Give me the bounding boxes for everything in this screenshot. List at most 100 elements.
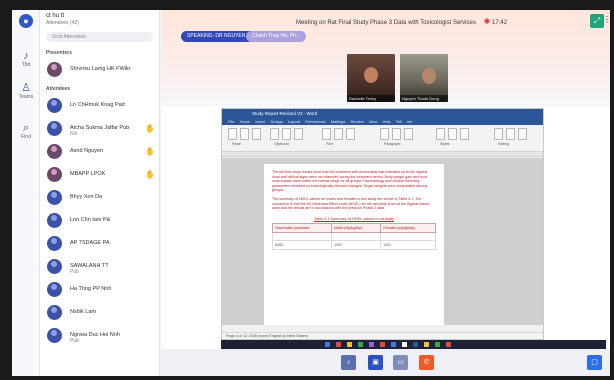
- word-tab[interactable]: Home: [240, 119, 256, 124]
- app-rail: ● ♪ Tbd ♙ Teams ⌕ Find: [12, 10, 40, 376]
- participant-row[interactable]: Ln ChHmuk Knag Pad: [40, 94, 159, 117]
- participant-row[interactable]: MBAPP LPOK ✋: [40, 163, 159, 186]
- participant-row[interactable]: Lnn Chn tam P&: [40, 209, 159, 232]
- participant-row[interactable]: SAWALANH TT Pub: [40, 255, 159, 278]
- taskbar-app-icon[interactable]: [336, 342, 341, 347]
- document-paragraph: The rat final study results show that th…: [272, 170, 428, 193]
- share-screen-button[interactable]: ▭: [393, 355, 408, 370]
- video-tile[interactable]: Rachelle Tenny: [347, 54, 395, 102]
- ribbon-tool-icon[interactable]: [322, 128, 331, 140]
- chat-button[interactable]: ▢: [587, 355, 602, 370]
- participant-row[interactable]: Bhyy Xon Da: [40, 186, 159, 209]
- participant-name: Asnd Nguyen: [70, 148, 104, 154]
- ribbon-tool-icon[interactable]: [448, 128, 457, 140]
- rail-item-activity[interactable]: ♪ Tbd: [15, 50, 37, 68]
- ribbon-tool-icon[interactable]: [494, 128, 503, 140]
- word-ribbon: Paste Clipboard Font Paragraph Styles Editing: [222, 125, 543, 152]
- taskbar-app-icon[interactable]: [435, 342, 440, 347]
- document-area: The rat final study results show that th…: [222, 158, 543, 325]
- ribbon-group-label: Paste: [232, 142, 241, 146]
- taskbar-app-icon[interactable]: [358, 342, 363, 347]
- table-header-cell: Males (mg/kg/day): [331, 222, 382, 233]
- taskbar-app-icon[interactable]: [413, 342, 418, 347]
- word-tab[interactable]: Insert: [255, 119, 270, 124]
- share-screen-icon: ▭: [397, 359, 404, 366]
- word-tab[interactable]: View: [369, 119, 383, 124]
- ribbon-tool-icon[interactable]: [460, 128, 469, 140]
- avatar: [47, 62, 62, 77]
- word-tab[interactable]: Tell me: [396, 119, 413, 124]
- ribbon-tool-icon[interactable]: [228, 128, 237, 140]
- participant-name: Ha Thng PP Nnh: [70, 286, 112, 292]
- app-logo-icon[interactable]: ●: [19, 14, 33, 28]
- ribbon-tool-icon[interactable]: [392, 128, 401, 140]
- raised-hand-icon: ✋: [145, 147, 155, 156]
- participant-search-input[interactable]: Srch Attendees: [46, 32, 153, 42]
- taskbar-app-icon[interactable]: [402, 342, 407, 347]
- participant-row[interactable]: Ha Thng PP Nnh: [40, 278, 159, 301]
- participant-row[interactable]: AP 7SDAGE PA: [40, 232, 159, 255]
- table-row: [271, 231, 436, 241]
- participant-row[interactable]: Shrvnku Lamg HK FWikr: [40, 58, 159, 81]
- table-cell: NOEL: [271, 239, 333, 250]
- microphone-button[interactable]: ♪: [341, 355, 356, 370]
- ribbon-tool-icon[interactable]: [380, 128, 389, 140]
- participant-row[interactable]: Atcha Sukma Jaffar Pub Nis ✋: [40, 117, 159, 140]
- panel-subtitle: Attendees (42): [46, 20, 79, 26]
- rail-item-find[interactable]: ⌕ Find: [15, 122, 37, 140]
- word-tab[interactable]: Design: [270, 119, 288, 124]
- participant-name: Atcha Sukma Jaffar Pub: [70, 125, 130, 131]
- taskbar-app-icon[interactable]: [347, 342, 352, 347]
- taskbar-app-icon[interactable]: [380, 342, 385, 347]
- recording-icon: ✱: [483, 17, 491, 26]
- word-tab[interactable]: File: [228, 119, 240, 124]
- table-cell: 1000: [380, 239, 436, 250]
- participant-row[interactable]: Ngnwa Duc Hoi Nnh Pub: [40, 324, 159, 347]
- participant-list: Presenters Shrvnku Lamg HK FWikr Attendees…: [40, 45, 159, 347]
- more-options-icon[interactable]: ⋮: [603, 15, 610, 24]
- word-title-bar: Study Report Revised V2 - Word: [222, 109, 543, 118]
- word-tab[interactable]: Mailings: [331, 119, 351, 124]
- ribbon-tool-icon[interactable]: [252, 128, 261, 140]
- participant-row[interactable]: Asnd Nguyen ✋: [40, 140, 159, 163]
- avatar: [47, 305, 62, 320]
- word-tab[interactable]: Review: [351, 119, 369, 124]
- participant-row[interactable]: Nsbik Lam: [40, 301, 159, 324]
- word-tab[interactable]: Layout: [288, 119, 305, 124]
- taskbar-app-icon[interactable]: [446, 342, 451, 347]
- expand-icon[interactable]: ⤢: [590, 14, 604, 28]
- taskbar-app-icon[interactable]: [391, 342, 396, 347]
- ribbon-tool-icon[interactable]: [282, 128, 291, 140]
- avatar: [47, 98, 62, 113]
- participant-role: Pub: [70, 269, 79, 275]
- video-caption: Nguyen Thanh Dung: [400, 95, 448, 102]
- word-window[interactable]: Study Report Revised V2 - Word File Home…: [221, 108, 544, 340]
- ribbon-tool-icon[interactable]: [436, 128, 445, 140]
- taskbar-app-icon[interactable]: [325, 342, 330, 347]
- table-cell: [380, 231, 436, 241]
- end-call-button[interactable]: ✆: [419, 355, 434, 370]
- search-icon: ⌕: [22, 122, 30, 134]
- participant-chip[interactable]: Chanh Thuy Ha, Ph...: [246, 31, 306, 42]
- word-tab[interactable]: Help: [382, 119, 395, 124]
- ribbon-tool-icon[interactable]: [518, 128, 527, 140]
- participant-name: Bhyy Xon Da: [70, 194, 103, 200]
- taskbar-app-icon[interactable]: [369, 342, 374, 347]
- ribbon-tool-icon[interactable]: [240, 128, 249, 140]
- ribbon-tool-icon[interactable]: [506, 128, 515, 140]
- taskbar-app-icon[interactable]: [424, 342, 429, 347]
- ribbon-tool-icon[interactable]: [294, 128, 303, 140]
- microphone-icon: ♪: [346, 359, 351, 366]
- ribbon-tool-icon[interactable]: [346, 128, 355, 140]
- ribbon-tool-icon[interactable]: [334, 128, 343, 140]
- participant-face: [422, 68, 436, 84]
- rail-item-teams[interactable]: ♙ Teams: [15, 82, 37, 100]
- avatar: [47, 282, 62, 297]
- document-table: Observation parameter Males (mg/kg/day) Fe…: [271, 222, 436, 250]
- word-tab[interactable]: References: [305, 119, 331, 124]
- camera-button[interactable]: ▣: [368, 355, 383, 370]
- ribbon-tool-icon[interactable]: [270, 128, 279, 140]
- ribbon-tool-icon[interactable]: [404, 128, 413, 140]
- video-tile[interactable]: Nguyen Thanh Dung: [400, 54, 448, 102]
- word-ruler: [222, 152, 543, 157]
